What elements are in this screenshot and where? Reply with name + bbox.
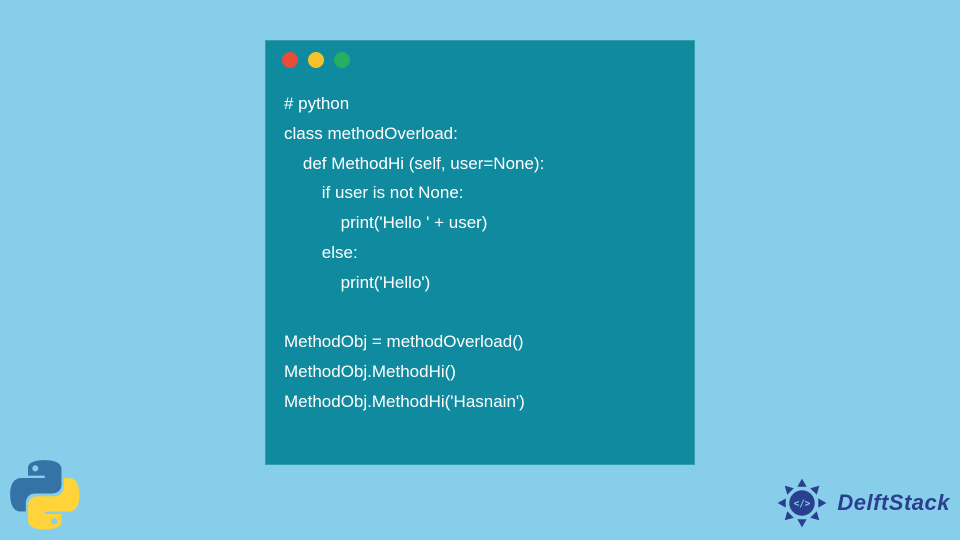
delftstack-logo: </> DelftStack	[773, 474, 950, 532]
code-line: print('Hello ' + user)	[284, 213, 487, 232]
delftstack-icon: </>	[773, 474, 831, 532]
code-line: else:	[284, 243, 358, 262]
minimize-icon[interactable]	[308, 52, 324, 68]
code-line: def MethodHi (self, user=None):	[284, 154, 544, 173]
delftstack-text: DelftStack	[837, 490, 950, 516]
code-line: MethodObj.MethodHi('Hasnain')	[284, 392, 525, 411]
code-body: # python class methodOverload: def Metho…	[266, 79, 694, 434]
code-line: # python	[284, 94, 349, 113]
code-line: class methodOverload:	[284, 124, 458, 143]
python-logo-icon	[8, 458, 82, 532]
code-line: print('Hello')	[284, 273, 430, 292]
close-icon[interactable]	[282, 52, 298, 68]
code-window: # python class methodOverload: def Metho…	[265, 40, 695, 465]
code-line: MethodObj.MethodHi()	[284, 362, 456, 381]
code-line: MethodObj = methodOverload()	[284, 332, 524, 351]
code-line: if user is not None:	[284, 183, 464, 202]
maximize-icon[interactable]	[334, 52, 350, 68]
svg-text:</>: </>	[794, 498, 811, 509]
window-header	[266, 41, 694, 79]
